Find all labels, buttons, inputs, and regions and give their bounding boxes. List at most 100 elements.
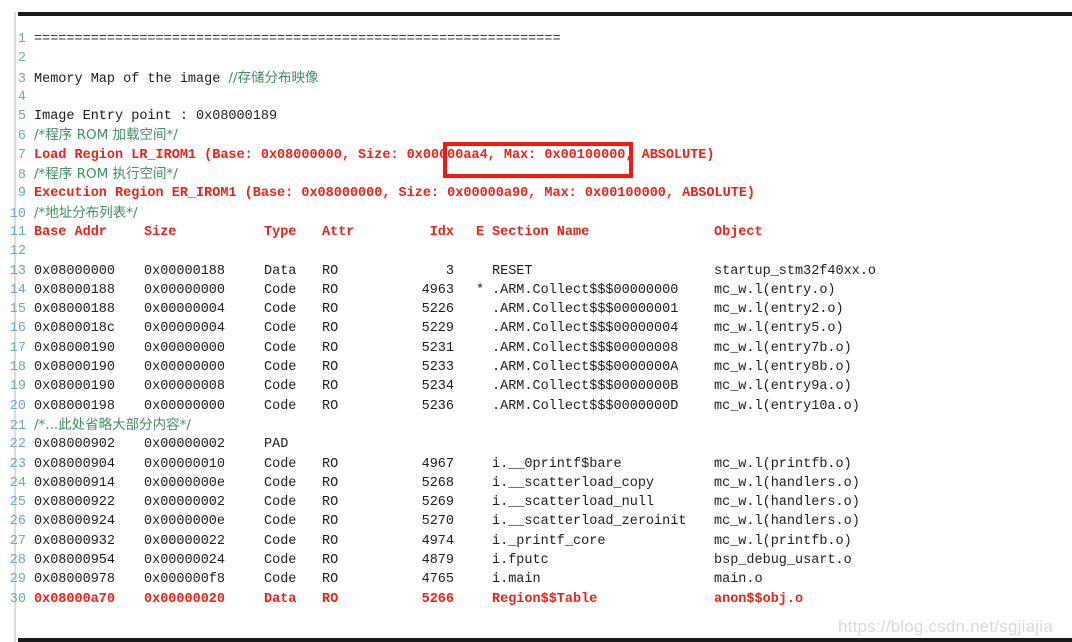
code-line: 6 /*程序 ROM 加载空间*/ — [0, 126, 1072, 145]
line-number: 11 — [9, 224, 26, 240]
column-header-e: E — [476, 224, 485, 240]
comment-text: /*...此处省略大部分内容*/ — [34, 416, 191, 433]
cell-idx: 4879 — [421, 553, 454, 569]
table-row: 0x08000914 0x0000000e Code RO 5268 i.__scatte… — [34, 474, 944, 493]
cell-size: 0x0000000e — [144, 514, 226, 530]
bottom-divider-rule — [18, 638, 1072, 642]
cell-size: 0x00000000 — [144, 340, 226, 356]
code-line: 2 — [0, 49, 1072, 68]
table-header-row: Base Addr Size Type Attr Idx E Section Name Obj… — [34, 223, 944, 242]
cell-object: startup_stm32f40xx.o — [714, 263, 877, 279]
cell-object: mc_w.l(printfb.o) — [714, 456, 852, 472]
cell-idx: 5266 — [421, 591, 454, 607]
line-number: 1 — [17, 32, 26, 47]
cell-base-addr: 0x08000932 — [34, 533, 116, 549]
cell-attr: RO — [322, 533, 339, 549]
cell-object: mc_w.l(printfb.o) — [714, 533, 852, 549]
code-line: 7 Load Region LR_IROM1 (Base: 0x08000000,… — [0, 146, 1072, 165]
table-row: 0x0800018c 0x00000004 Code RO 5229 .ARM.Colle… — [34, 319, 944, 338]
cell-object: mc_w.l(entry5.o) — [714, 321, 844, 337]
table-row: 0x08000922 0x00000002 Code RO 5269 i.__scatte… — [34, 493, 944, 512]
cell-e: * — [476, 282, 485, 298]
cell-object: bsp_debug_usart.o — [714, 553, 852, 569]
code-line: 24 0x08000914 0x0000000e Code RO 5268 i.__scat… — [0, 474, 1072, 493]
code-line: 23 0x08000904 0x00000010 Code RO 4967 i.__0pri… — [0, 455, 1072, 474]
table-row: 0x08000a70 0x00000020 Data RO 5266 Region$$Ta… — [34, 590, 944, 609]
table-row: 0x08000904 0x00000010 Code RO 4967 i.__0print… — [34, 455, 944, 474]
line-number: 7 — [17, 147, 26, 163]
cell-type: Code — [264, 533, 297, 549]
cell-type: Code — [264, 514, 297, 530]
line-number: 3 — [17, 71, 26, 87]
cell-type: Code — [264, 572, 297, 588]
code-line: 27 0x08000932 0x00000022 Code RO 4974 i._print… — [0, 532, 1072, 551]
cell-type: Code — [264, 321, 297, 337]
cell-attr: RO — [322, 263, 339, 279]
code-line: 3 Memory Map of the image //存储分布映像 — [0, 69, 1072, 88]
code-line: 30 0x08000a70 0x00000020 Data RO 5266 Region$$… — [0, 590, 1072, 609]
cell-base-addr: 0x08000190 — [34, 379, 116, 395]
cell-size: 0x00000004 — [144, 302, 226, 318]
line-number: 19 — [9, 379, 26, 395]
cell-idx: 3 — [445, 263, 454, 279]
cell-type: Code — [264, 340, 297, 356]
region-declaration-text: Load Region LR_IROM1 (Base: 0x08000000, … — [34, 147, 715, 163]
cell-object: main.o — [714, 572, 763, 588]
table-row: 0x08000000 0x00000188 Data RO 3 RESET startup_… — [34, 262, 944, 281]
code-line: 25 0x08000922 0x00000002 Code RO 5269 i.__scat… — [0, 493, 1072, 512]
cell-section-name: RESET — [492, 263, 533, 279]
cell-attr: RO — [322, 572, 339, 588]
cell-attr: RO — [322, 553, 339, 569]
table-row: 0x08000190 0x00000008 Code RO 5234 .ARM.Colle… — [34, 377, 944, 396]
table-row: 0x08000190 0x00000000 Code RO 5233 .ARM.Colle… — [34, 358, 944, 377]
cell-attr: RO — [322, 591, 339, 607]
cell-idx: 5236 — [421, 398, 454, 414]
cell-attr: RO — [322, 321, 339, 337]
cell-size: 0x00000008 — [144, 379, 226, 395]
cell-base-addr: 0x08000954 — [34, 553, 116, 569]
line-number: 21 — [9, 418, 26, 434]
cell-base-addr: 0x08000000 — [34, 263, 116, 279]
cell-section-name: i.__0printf$bare — [492, 456, 622, 472]
table-row: 0x08000902 0x00000002 PAD — [34, 435, 944, 454]
line-number: 26 — [9, 514, 26, 530]
cell-base-addr: 0x08000a70 — [34, 591, 116, 607]
cell-idx: 5234 — [421, 379, 454, 395]
cell-idx: 4967 — [421, 456, 454, 472]
cell-idx: 4974 — [421, 533, 454, 549]
cell-attr: RO — [322, 340, 339, 356]
cell-type: PAD — [264, 437, 289, 453]
line-number: 23 — [9, 456, 26, 472]
cell-section-name: i.__scatterload_zeroinit — [492, 514, 687, 530]
code-line: 4 — [0, 88, 1072, 107]
comment-text: /*地址分布列表*/ — [34, 204, 138, 221]
line-number: 5 — [17, 109, 26, 125]
code-line: 11 Base Addr Size Type Attr Idx E Section Name O… — [0, 223, 1072, 242]
cell-type: Code — [264, 553, 297, 569]
cell-type: Code — [264, 282, 297, 298]
cell-attr: RO — [322, 456, 339, 472]
cell-section-name: .ARM.Collect$$$00000001 — [492, 302, 679, 318]
cell-idx: 5226 — [421, 302, 454, 318]
line-number: 2 — [17, 51, 26, 67]
cell-type: Code — [264, 475, 297, 491]
cell-size: 0x00000010 — [144, 456, 226, 472]
cell-base-addr: 0x08000190 — [34, 340, 116, 356]
cell-object: mc_w.l(entry7b.o) — [714, 340, 852, 356]
cell-type: Code — [264, 456, 297, 472]
cell-idx: 5268 — [421, 475, 454, 491]
cell-section-name: .ARM.Collect$$$00000008 — [492, 340, 679, 356]
line-number: 30 — [9, 591, 26, 607]
table-row: 0x08000190 0x00000000 Code RO 5231 .ARM.Colle… — [34, 339, 944, 358]
cell-idx: 4963 — [421, 282, 454, 298]
column-header-idx: Idx — [429, 224, 454, 240]
code-line: 26 0x08000924 0x0000000e Code RO 5270 i.__scat… — [0, 512, 1072, 531]
cell-idx: 5233 — [421, 360, 454, 376]
cell-base-addr: 0x08000902 — [34, 437, 116, 453]
column-header-base-addr: Base Addr — [34, 224, 107, 240]
top-divider-rule — [18, 12, 1072, 16]
cell-type: Code — [264, 379, 297, 395]
code-line: 5 Image Entry point : 0x08000189 — [0, 107, 1072, 126]
separator-rule-text: ========================================… — [34, 32, 561, 47]
cell-attr: RO — [322, 495, 339, 511]
